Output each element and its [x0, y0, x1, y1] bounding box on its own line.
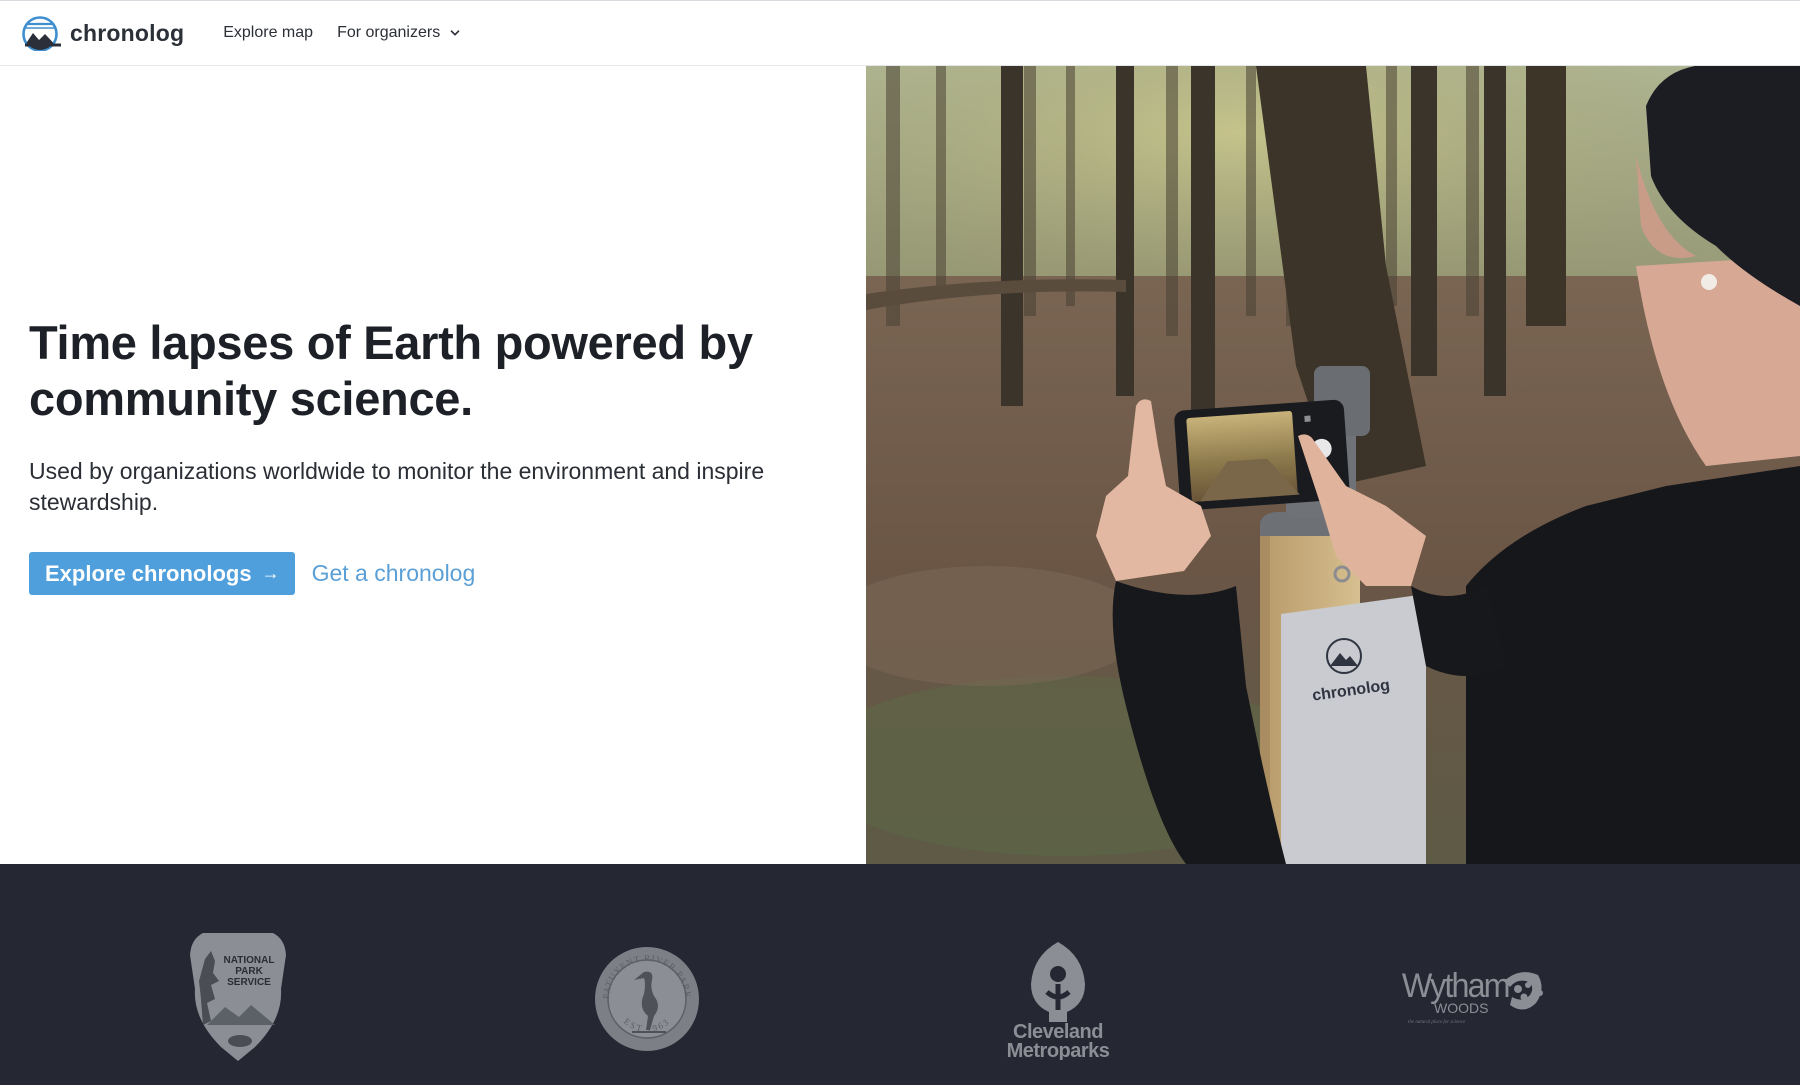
hero-title: Time lapses of Earth powered by communit…: [29, 316, 753, 425]
nps-arrowhead-icon: NATIONAL PARK SERVICE: [190, 933, 286, 1061]
hero-photo-illustration: chronolog: [866, 66, 1800, 864]
wytham-tagline: the natural place for science: [1408, 1020, 1466, 1025]
chronolog-logo-icon: [22, 16, 61, 51]
arrow-right-icon: →: [261, 563, 280, 583]
woods-text: WOODS: [1434, 1000, 1488, 1016]
brand-home-link[interactable]: chronolog: [21, 15, 184, 51]
hero-text-panel: Time lapses of Earth powered by communit…: [0, 66, 866, 864]
heron-seal-icon: PATUXENT RIVER PARK EST 1963: [595, 947, 699, 1051]
explore-chronologs-button[interactable]: Explore chronologs →: [29, 552, 295, 595]
cleveland-metroparks-logo: Cleveland Metroparks: [995, 940, 1125, 1060]
wytham-woods-logo: Wytham WOODS the natural place for scien…: [1400, 959, 1550, 1029]
main-nav: Explore map For organizers: [223, 24, 461, 42]
national-park-service-logo: NATIONAL PARK SERVICE: [185, 929, 291, 1063]
hero-cta-row: Explore chronologs → Get a chronolog: [29, 552, 475, 595]
nav-explore-map-link[interactable]: Explore map: [223, 24, 313, 42]
hero-photo-forest-person-phone: chronolog: [866, 66, 1800, 864]
get-a-chronolog-link[interactable]: Get a chronolog: [312, 560, 476, 587]
partner-logos-band: NATIONAL PARK SERVICE PATUXENT RIVER PAR…: [0, 864, 1800, 1085]
nps-text-service: SERVICE: [227, 977, 271, 988]
chevron-down-icon: [450, 30, 460, 36]
metroparks-text-metroparks: Metroparks: [1007, 1040, 1110, 1060]
explore-chronologs-label: Explore chronologs: [45, 560, 252, 586]
nps-text-park: PARK: [235, 966, 263, 977]
top-navigation-bar: chronolog Explore map For organizers: [0, 0, 1800, 66]
nav-for-organizers-label: For organizers: [337, 24, 441, 41]
metroparks-tree-icon: Cleveland Metroparks: [1007, 942, 1110, 1060]
wytham-woods-leaf-icon: Wytham WOODS the natural place for scien…: [1402, 967, 1543, 1025]
hero-subtitle: Used by organizations worldwide to monit…: [29, 458, 765, 515]
nps-text-national: NATIONAL: [224, 955, 275, 966]
nav-for-organizers-dropdown[interactable]: For organizers: [337, 24, 461, 42]
river-park-seal-logo: PATUXENT RIVER PARK EST 1963: [592, 944, 702, 1054]
brand-name: chronolog: [70, 19, 185, 46]
